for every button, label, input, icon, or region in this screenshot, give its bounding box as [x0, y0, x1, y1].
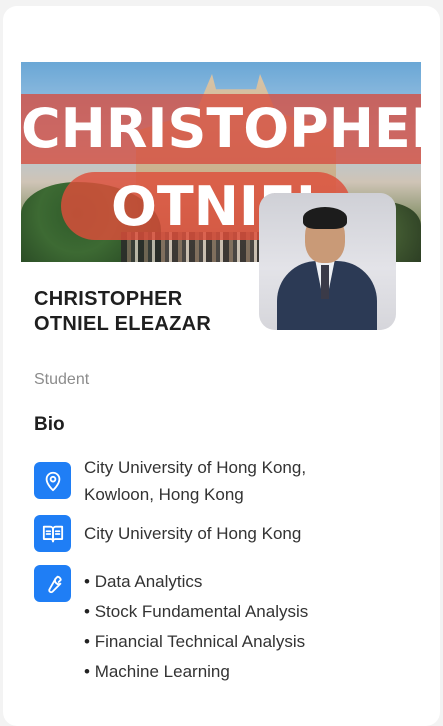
bio-location-text: City University of Hong Kong, Kowloon, H… — [84, 454, 306, 508]
profile-role: Student — [34, 371, 90, 388]
skill-item: Financial Technical Analysis — [84, 628, 308, 658]
bio-heading: Bio — [34, 414, 65, 435]
bio-education-text: City University of Hong Kong — [84, 524, 302, 543]
bio-skills-list: Data Analytics Stock Fundamental Analysi… — [84, 568, 309, 688]
map-pin-icon — [34, 462, 71, 499]
wrench-icon — [34, 565, 71, 602]
avatar-tie — [321, 265, 329, 299]
cover-text-line1: CHRISTOPHER — [21, 97, 421, 160]
skill-item: Machine Learning — [84, 658, 308, 688]
avatar — [259, 193, 396, 330]
profile-name: CHRISTOPHER OTNIEL ELEAZAR — [34, 288, 212, 335]
avatar-hair — [303, 207, 347, 229]
bio-location-line2: Kowloon, Hong Kong — [84, 485, 244, 504]
skill-item: Stock Fundamental Analysis — [84, 598, 309, 628]
skill-item: Data Analytics — [84, 568, 308, 598]
book-icon — [34, 515, 71, 552]
bio-location-line1: City University of Hong Kong, — [84, 458, 307, 477]
